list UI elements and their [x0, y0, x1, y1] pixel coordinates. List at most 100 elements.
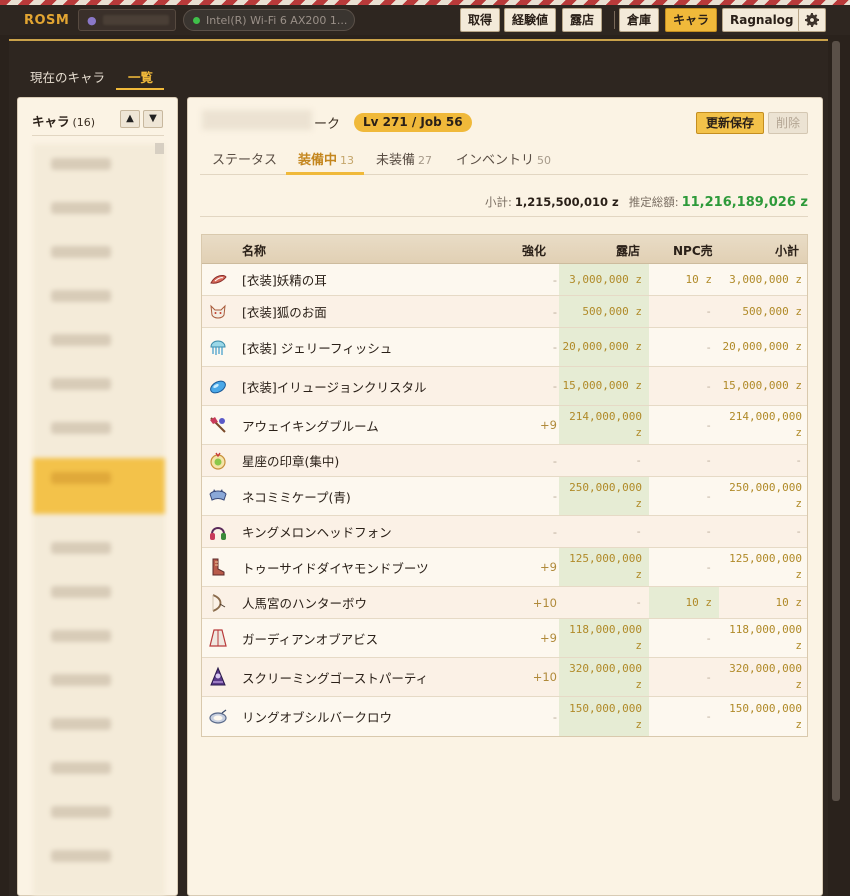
- seal-icon: [210, 452, 226, 470]
- list-item[interactable]: [33, 276, 165, 320]
- tab-status[interactable]: ステータス: [212, 149, 277, 168]
- tab-list[interactable]: 一覧: [128, 67, 153, 86]
- item-shop-price: 500,000 z: [559, 296, 649, 327]
- subtotal-value: 1,215,500,010 z: [514, 195, 619, 209]
- list-item[interactable]: [33, 188, 165, 232]
- item-icon-cell: [202, 264, 234, 295]
- tab-inventory-label: インベントリ: [456, 153, 535, 168]
- tab-unequipped[interactable]: 未装備 27: [376, 149, 432, 168]
- move-down-button[interactable]: ▼: [143, 110, 163, 128]
- item-subtotal: 125,000,000 z: [729, 552, 802, 581]
- item-npc-price: -: [705, 710, 712, 723]
- character-sidebar: キャラ (16) ▲ ▼: [17, 97, 178, 896]
- item-npc-price: -: [705, 489, 712, 503]
- item-icon-cell: [202, 367, 234, 405]
- item-icon-cell: [202, 406, 234, 444]
- item-name: ガーディアンオブアビス: [242, 631, 379, 647]
- item-shop-price: 250,000,000 z: [559, 477, 649, 515]
- item-shop-price: 20,000,000 z: [559, 328, 649, 366]
- tab-inventory[interactable]: インベントリ 50: [456, 149, 551, 168]
- item-subtotal: 214,000,000 z: [729, 410, 802, 439]
- move-up-button[interactable]: ▲: [120, 110, 140, 128]
- table-row[interactable]: キングメロンヘッドフォン - - - -: [202, 516, 807, 548]
- table-row[interactable]: 人馬宮のハンターボウ +10-10 z 10 z: [202, 587, 807, 619]
- item-refine: -: [552, 453, 557, 468]
- table-row[interactable]: ガーディアンオブアビス +9 118,000,000 z -118,000,000 z: [202, 619, 807, 658]
- list-item[interactable]: [33, 616, 165, 660]
- table-row[interactable]: リングオブシルバークロウ -150,000,000 z -150,000,000 z: [202, 697, 807, 736]
- list-item[interactable]: [33, 144, 165, 188]
- list-item[interactable]: [33, 320, 165, 364]
- item-subtotal: 500,000 z: [742, 304, 802, 318]
- list-item[interactable]: [33, 748, 165, 792]
- item-icon-cell: [202, 477, 234, 515]
- character-name-redacted: [202, 110, 312, 130]
- item-npc-price: 10 z: [649, 587, 719, 618]
- character-detail-panel: ーク Lv 271 / Job 56 更新保存 削除 ステータス 装備中 13 未…: [187, 97, 823, 896]
- header-shop: 露店: [616, 244, 641, 258]
- user-icon: ●: [87, 14, 97, 27]
- character-list-redacted[interactable]: [33, 144, 165, 896]
- item-shop-price: 125,000,000 z: [559, 548, 649, 586]
- table-row[interactable]: ネコミミケープ(青) -250,000,000 z -250,000,000 z: [202, 477, 807, 516]
- list-item[interactable]: [33, 572, 165, 616]
- list-item[interactable]: [33, 704, 165, 748]
- account-selector[interactable]: ●: [78, 9, 176, 31]
- list-item[interactable]: [33, 408, 165, 452]
- item-npc-price: -: [705, 631, 712, 645]
- list-item[interactable]: [33, 792, 165, 836]
- settings-button[interactable]: [798, 8, 826, 32]
- item-name: 人馬宮のハンターボウ: [242, 596, 368, 611]
- table-body: [衣装]妖精の耳 -3,000,000 z 10 z 3,000,000 z [衣装]狐…: [202, 264, 807, 736]
- table-row[interactable]: スクリーミングゴーストパーティ +10 320,000,000 z -320,000,…: [202, 658, 807, 697]
- sidebar-scroll-thumb[interactable]: [155, 143, 164, 154]
- item-name: リングオブシルバークロウ: [242, 710, 393, 725]
- top-bar: ROSM ● Intel(R) Wi-Fi 6 AX200 1... 取得 経験…: [0, 5, 850, 35]
- tab-equipped[interactable]: 装備中 13: [298, 149, 354, 168]
- item-icon-cell: [202, 619, 234, 657]
- app-logo: ROSM: [24, 13, 70, 28]
- fetch-button[interactable]: 取得: [460, 8, 501, 32]
- table-row[interactable]: [衣装]妖精の耳 -3,000,000 z 10 z 3,000,000 z: [202, 264, 807, 296]
- table-row[interactable]: [衣装] ジェリーフィッシュ -20,000,000 z -20,000,000 z: [202, 328, 807, 367]
- item-refine: -: [552, 304, 557, 319]
- ragnalog-button[interactable]: Ragnalog: [722, 8, 802, 32]
- list-item[interactable]: [33, 528, 165, 572]
- network-adapter-selector[interactable]: Intel(R) Wi-Fi 6 AX200 1...: [183, 9, 355, 31]
- item-shop-price: 3,000,000 z: [559, 264, 649, 295]
- item-icon-cell: [202, 658, 234, 696]
- gear-icon: [805, 13, 819, 27]
- toolbar-divider: [614, 11, 615, 29]
- item-name: [衣装]妖精の耳: [242, 273, 327, 288]
- table-row[interactable]: アウェイキングブルーム +9 214,000,000 z -214,000,000 z: [202, 406, 807, 445]
- table-row[interactable]: 星座の印章(集中) - - - -: [202, 445, 807, 477]
- item-subtotal: -: [795, 453, 802, 467]
- level-badge: Lv 271 / Job 56: [354, 113, 472, 132]
- item-npc-price: -: [705, 670, 712, 684]
- item-subtotal: 10 z: [775, 595, 803, 609]
- crystal-icon: [210, 380, 226, 394]
- list-item[interactable]: [33, 364, 165, 408]
- item-refine: -: [552, 489, 557, 503]
- page-scrollbar[interactable]: [832, 41, 840, 801]
- list-item[interactable]: [33, 660, 165, 704]
- delete-button[interactable]: 削除: [768, 112, 808, 134]
- table-row[interactable]: [衣装]狐のお面 -500,000 z -500,000 z: [202, 296, 807, 328]
- character-button[interactable]: キャラ: [665, 8, 718, 32]
- list-item[interactable]: [33, 232, 165, 276]
- list-item[interactable]: [33, 836, 165, 880]
- item-shop-price: 214,000,000 z: [559, 406, 649, 444]
- tab-status-label: ステータス: [212, 153, 278, 168]
- table-row[interactable]: [衣装]イリュージョンクリスタル -15,000,000 z -15,000,000…: [202, 367, 807, 406]
- item-name: [衣装]イリュージョンクリスタル: [242, 379, 427, 395]
- item-shop-price: 150,000,000 z: [559, 697, 649, 736]
- exp-button[interactable]: 経験値: [504, 8, 557, 32]
- item-refine: +10: [532, 670, 557, 684]
- item-shop-price: 118,000,000 z: [559, 619, 649, 657]
- tab-current-character[interactable]: 現在のキャラ: [30, 67, 105, 86]
- update-save-button[interactable]: 更新保存: [696, 112, 764, 134]
- list-item-selected[interactable]: [33, 458, 165, 514]
- storage-button[interactable]: 倉庫: [619, 8, 660, 32]
- vending-button[interactable]: 露店: [562, 8, 603, 32]
- table-row[interactable]: トゥーサイドダイヤモンドブーツ +9 125,000,000 z -125,000,0…: [202, 548, 807, 587]
